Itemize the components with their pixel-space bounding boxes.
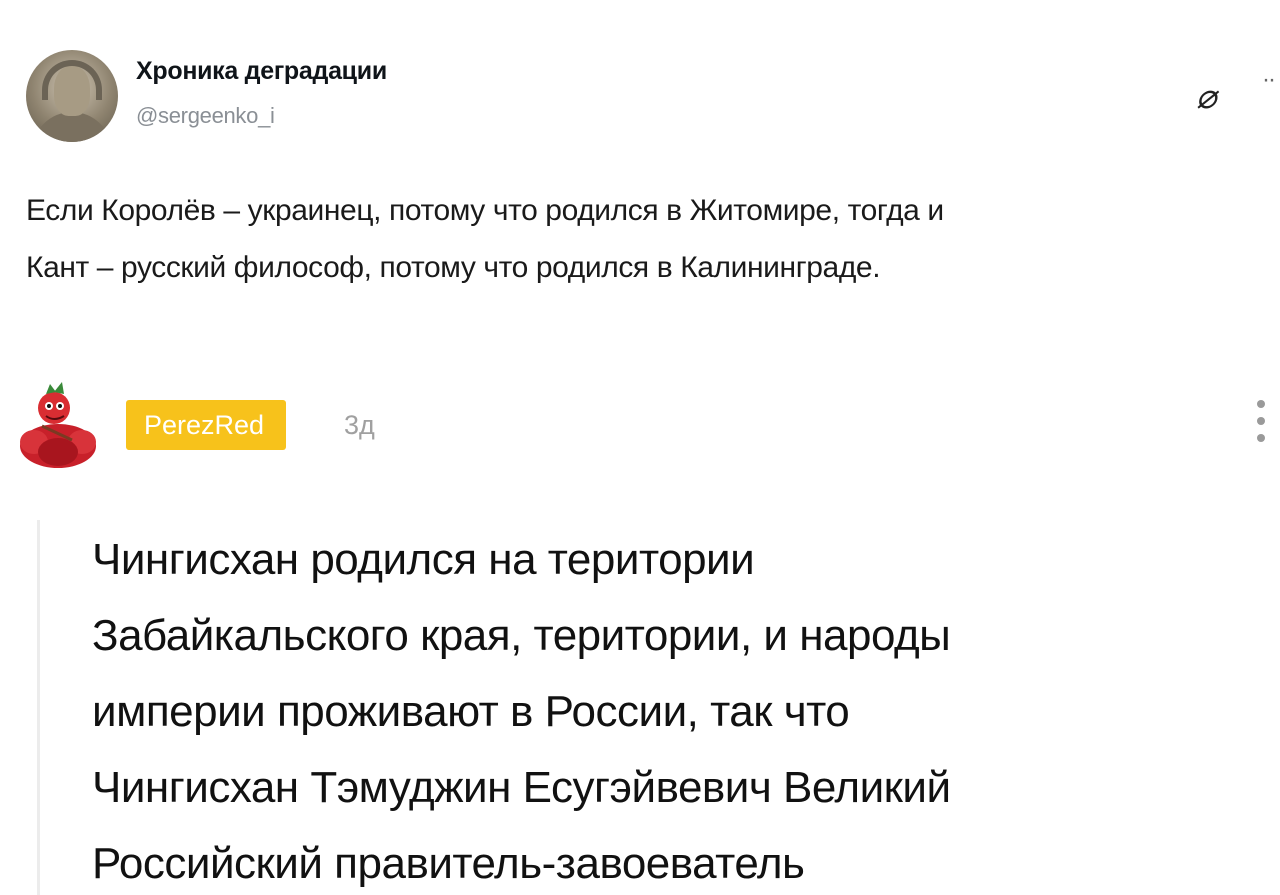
- tweet-text-line: Кант – русский философ, потому что родил…: [26, 251, 881, 284]
- screenshot-page: Хроника деградации @sergeenko_i ⌀ ·· Есл…: [0, 0, 1280, 895]
- menu-dot: [1257, 417, 1265, 425]
- menu-dot: [1257, 434, 1265, 442]
- embedded-tweet: Хроника деградации @sergeenko_i ⌀ ·· Есл…: [0, 0, 1280, 330]
- comment-line: империи проживают в России, так что: [92, 687, 850, 736]
- tweet-text-line: Если Королёв – украинец, потому что роди…: [26, 194, 944, 227]
- null-set-icon: ⌀: [1196, 78, 1217, 116]
- comment-line: Чингисхан Тэмуджин Есугэйвевич Великий: [92, 763, 951, 812]
- thread-line[interactable]: [37, 520, 40, 895]
- more-vertical-icon[interactable]: [1254, 400, 1268, 454]
- more-horizontal-icon[interactable]: ··: [1262, 66, 1276, 94]
- comment-line: Забайкальского края, територии, и народы: [92, 611, 951, 660]
- menu-dot: [1257, 400, 1265, 408]
- avatar-shoulders: [32, 112, 112, 142]
- comment-line: Чингисхан родился на територии: [92, 535, 755, 584]
- comment-body: Чингисхан родился на територии Забайкаль…: [92, 522, 1242, 895]
- tweet-text: Если Королёв – украинец, потому что роди…: [26, 182, 1246, 296]
- tweet-handle[interactable]: @sergeenko_i: [136, 103, 275, 129]
- comment-line: Российский правитель-завоеватель: [92, 839, 805, 888]
- comment-username[interactable]: PerezRed: [126, 400, 287, 450]
- red-mascot-avatar: [20, 382, 96, 468]
- comment-avatar[interactable]: [16, 382, 100, 472]
- headphones-icon: [42, 60, 102, 100]
- tweet-avatar[interactable]: [26, 50, 118, 142]
- comment-timestamp: 3д: [344, 410, 375, 440]
- tweet-display-name[interactable]: Хроника деградации: [136, 57, 387, 86]
